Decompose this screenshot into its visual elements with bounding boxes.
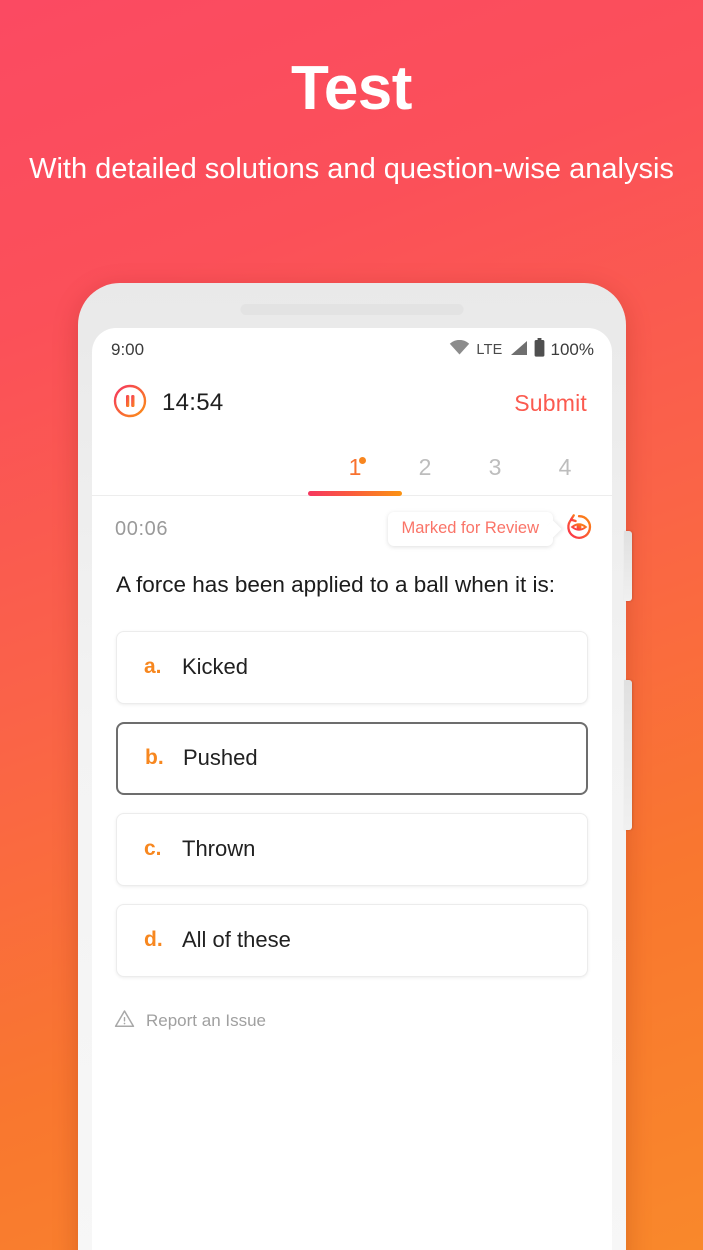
warning-triangle-icon: [114, 1009, 135, 1033]
phone-power-button[interactable]: [624, 680, 632, 830]
network-type-label: LTE: [476, 342, 503, 358]
tab-label: 3: [488, 454, 502, 480]
test-timer-group[interactable]: 14:54: [113, 384, 224, 423]
question-meta-row: 00:06 Marked for Review: [92, 496, 612, 562]
status-bar: 9:00 LTE 100%: [92, 328, 612, 372]
option-letter: a.: [144, 655, 162, 679]
option-c[interactable]: c. Thrown: [116, 812, 588, 886]
pause-circle-icon[interactable]: [113, 384, 147, 423]
question-elapsed-timer: 00:06: [115, 517, 169, 540]
test-timer-label: 14:54: [162, 389, 224, 416]
question-text: A force has been applied to a ball when …: [116, 572, 556, 597]
eye-review-icon[interactable]: [564, 512, 594, 547]
option-label: All of these: [182, 927, 291, 953]
battery-full-icon: [534, 338, 545, 362]
tab-question-4[interactable]: 4: [530, 454, 600, 495]
option-letter: b.: [145, 746, 164, 770]
phone-speaker-grille: [240, 304, 464, 315]
phone-volume-button[interactable]: [624, 531, 632, 601]
signal-bars-icon: [509, 340, 528, 361]
tab-label: 4: [558, 454, 572, 480]
option-d[interactable]: d. All of these: [116, 903, 588, 977]
option-label: Thrown: [182, 836, 256, 862]
review-group: Marked for Review: [388, 512, 594, 547]
promo-subtitle: With detailed solutions and question-wis…: [29, 153, 674, 185]
promo-header: Test With detailed solutions and questio…: [0, 0, 703, 189]
battery-percent-label: 100%: [550, 340, 594, 359]
status-indicators: LTE 100%: [449, 338, 594, 362]
tab-question-3[interactable]: 3: [460, 454, 530, 495]
status-time: 9:00: [111, 340, 145, 359]
tab-active-underline: [308, 491, 402, 496]
tab-question-1[interactable]: 1: [308, 454, 402, 496]
report-issue-button[interactable]: Report an Issue: [92, 995, 612, 1033]
tab-question-2[interactable]: 2: [390, 454, 460, 495]
option-letter: c.: [144, 837, 162, 861]
phone-screen: 9:00 LTE 100% 14:54 Submit 1 2 3 4 00:06…: [92, 328, 612, 1250]
answer-options: a. Kicked b. Pushed c. Thrown d. All of …: [92, 600, 612, 977]
wifi-icon: [449, 339, 470, 360]
tab-badge-dot: [359, 457, 366, 464]
option-letter: d.: [144, 928, 163, 952]
option-label: Pushed: [183, 745, 258, 771]
submit-button[interactable]: Submit: [514, 390, 587, 417]
test-header: 14:54 Submit: [92, 372, 612, 434]
question-tabs: 1 2 3 4: [92, 434, 612, 496]
tab-label: 2: [418, 454, 432, 480]
option-b[interactable]: b. Pushed: [116, 721, 588, 795]
marked-for-review-tooltip: Marked for Review: [388, 512, 553, 546]
phone-mockup: 9:00 LTE 100% 14:54 Submit 1 2 3 4 00:06…: [78, 283, 632, 1250]
option-label: Kicked: [182, 654, 249, 680]
page-title: Test: [291, 54, 412, 123]
report-issue-label: Report an Issue: [146, 1010, 267, 1030]
option-a[interactable]: a. Kicked: [116, 630, 588, 704]
